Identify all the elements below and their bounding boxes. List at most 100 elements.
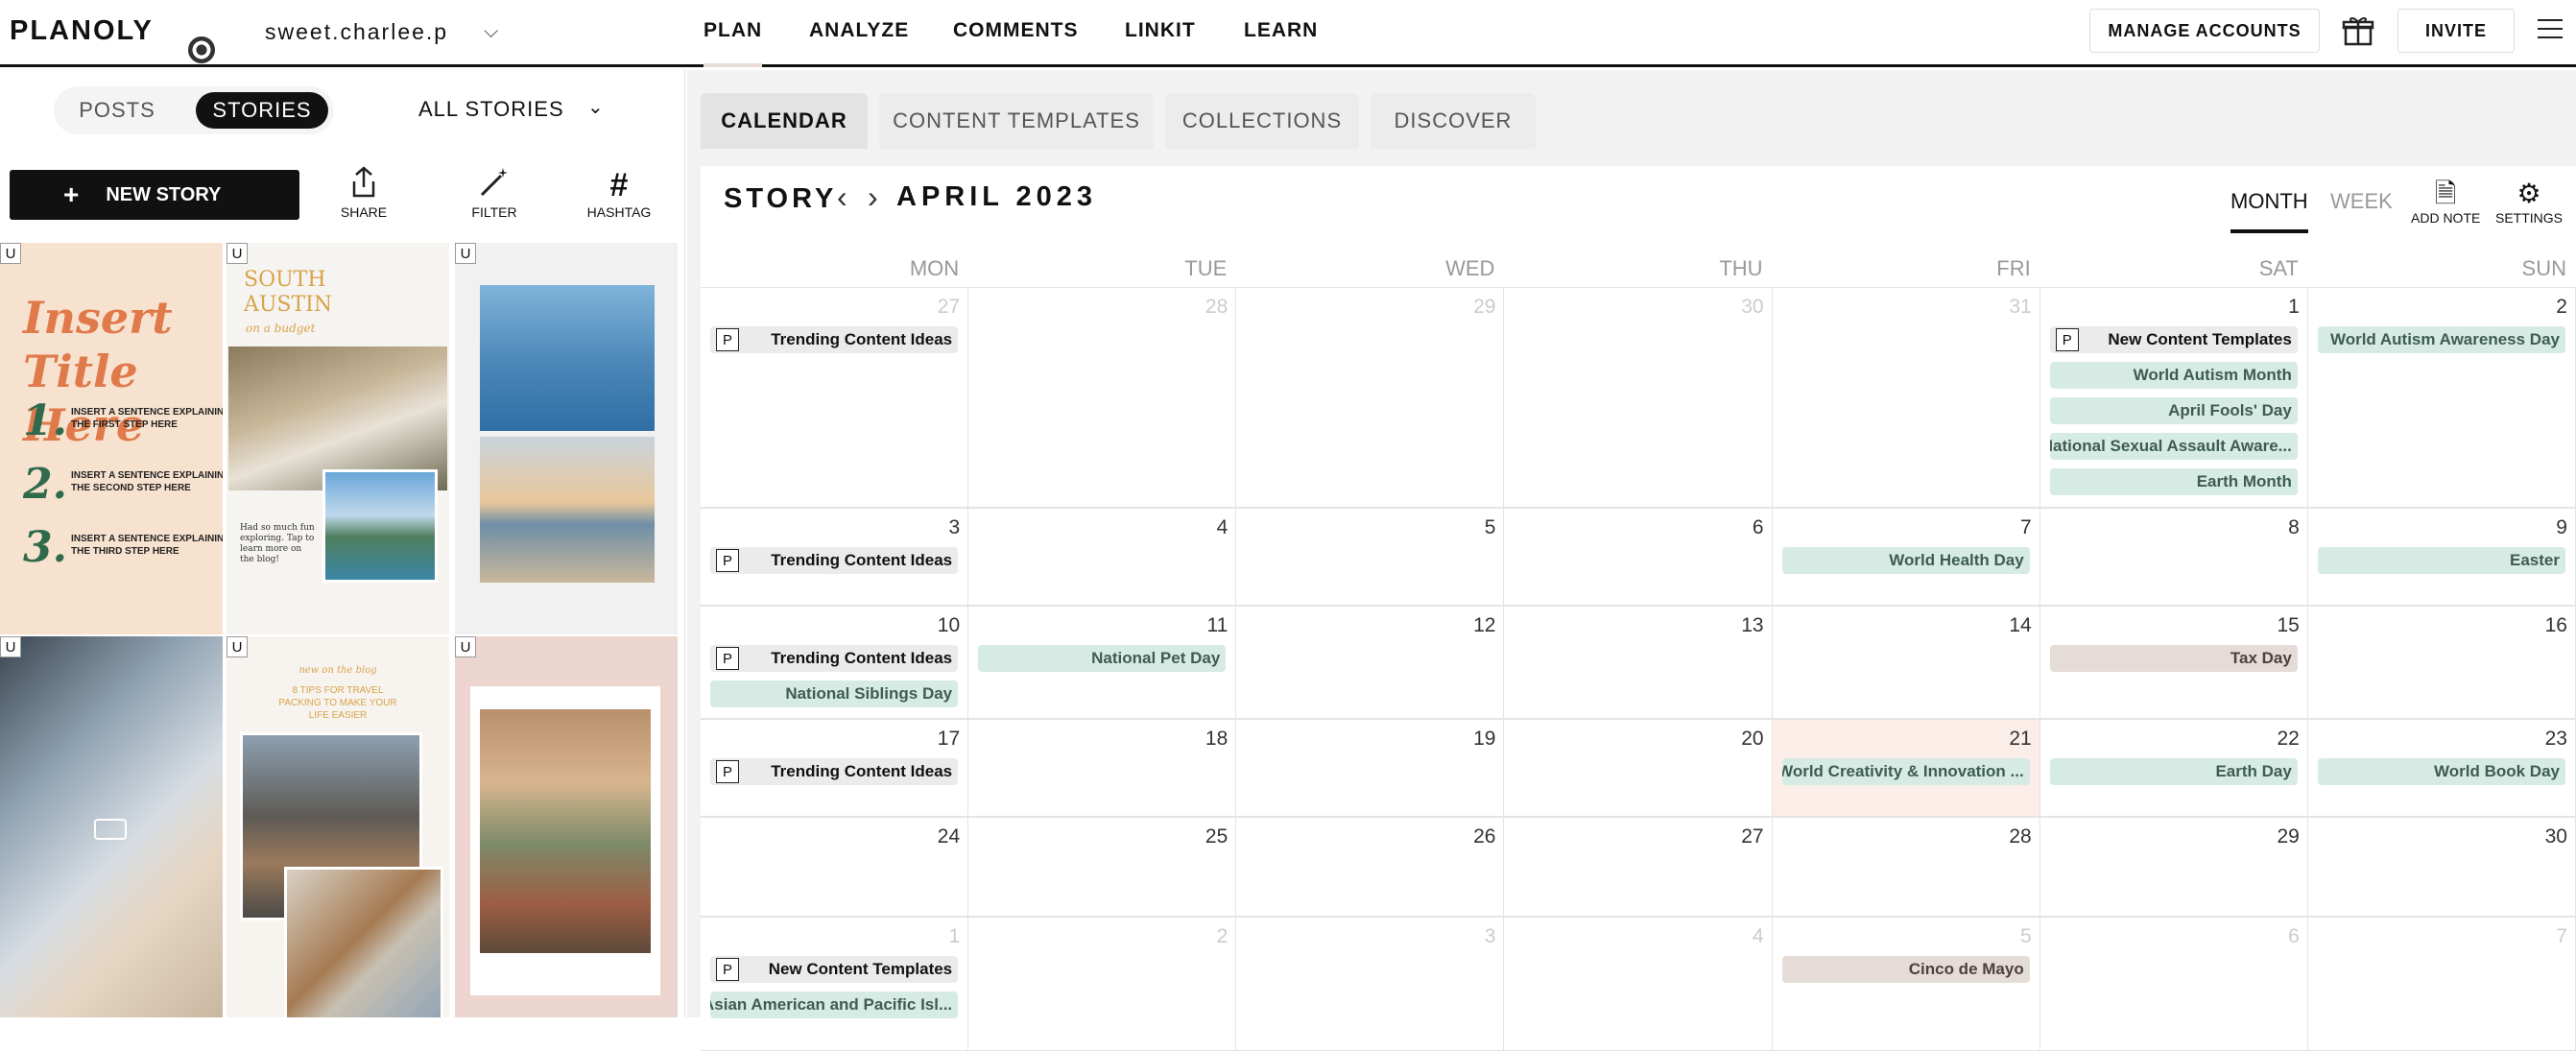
calendar-day-cell[interactable]: 29: [1236, 287, 1505, 508]
view-week[interactable]: WEEK: [2330, 189, 2393, 214]
calendar-day-cell[interactable]: 11 National Pet Day: [968, 606, 1237, 719]
holiday-event[interactable]: April Fools' Day: [2049, 397, 2298, 424]
calendar-day-cell[interactable]: 5: [1236, 508, 1505, 606]
chevron-down-icon[interactable]: ⌄: [587, 95, 604, 119]
hashtag-tool[interactable]: # HASHTAG: [576, 166, 662, 220]
calendar-day-cell[interactable]: 21 World Creativity & Innovation ...: [1772, 719, 2040, 817]
story-tile[interactable]: U: [0, 636, 223, 1017]
add-note-tool[interactable]: 🗎 ADD NOTE: [2411, 178, 2480, 226]
calendar-day-cell[interactable]: 30: [1504, 287, 1773, 508]
calendar-day-cell[interactable]: 29: [2039, 817, 2308, 917]
prev-month-icon[interactable]: ‹: [837, 179, 847, 215]
holiday-event[interactable]: National Sexual Assault Aware...: [2049, 433, 2298, 460]
calendar-day-cell[interactable]: 12: [1236, 606, 1505, 719]
tab-collections[interactable]: COLLECTIONS: [1165, 93, 1359, 149]
holiday-event[interactable]: Cinco de Mayo: [1781, 956, 2030, 983]
story-tile[interactable]: U: [455, 636, 678, 1017]
settings-tool[interactable]: ⚙ SETTINGS: [2495, 178, 2563, 226]
nav-plan[interactable]: PLAN: [704, 19, 763, 67]
calendar-day-cell[interactable]: 7: [2307, 917, 2576, 1051]
view-month[interactable]: MONTH: [2230, 189, 2308, 233]
calendar-day-cell[interactable]: 5 Cinco de Mayo: [1772, 917, 2040, 1051]
calendar-day-cell[interactable]: 28: [968, 287, 1237, 508]
holiday-event[interactable]: Easter: [2317, 547, 2565, 574]
calendar-day-cell[interactable]: 3 P Trending Content Ideas: [701, 508, 969, 606]
toggle-posts[interactable]: POSTS: [73, 92, 161, 129]
calendar-day-cell[interactable]: 7 World Health Day: [1772, 508, 2040, 606]
calendar-day-cell[interactable]: 25: [968, 817, 1237, 917]
calendar-day-cell[interactable]: 28: [1772, 817, 2040, 917]
calendar-day-cell[interactable]: 17 P Trending Content Ideas: [701, 719, 969, 817]
calendar-day-cell[interactable]: 8: [2039, 508, 2308, 606]
calendar-day-cell[interactable]: 26: [1236, 817, 1505, 917]
stories-filter-select[interactable]: ALL STORIES: [418, 97, 564, 122]
hamburger-menu-icon[interactable]: [2538, 19, 2563, 45]
calendar-day-cell[interactable]: 2: [968, 917, 1237, 1051]
calendar-day-cell[interactable]: 2 World Autism Awareness Day: [2307, 287, 2576, 508]
calendar-day-cell[interactable]: 6: [1504, 508, 1773, 606]
share-tool[interactable]: SHARE: [321, 166, 407, 220]
invite-button[interactable]: INVITE: [2397, 9, 2515, 53]
planned-story-event[interactable]: P Trending Content Ideas: [710, 645, 959, 672]
nav-comments[interactable]: COMMENTS: [953, 19, 1079, 42]
calendar-day-cell[interactable]: 15 Tax Day: [2039, 606, 2308, 719]
holiday-event[interactable]: Asian American and Pacific Isl...: [710, 991, 959, 1018]
new-story-button[interactable]: + NEW STORY: [10, 170, 299, 220]
calendar-day-cell[interactable]: 18: [968, 719, 1237, 817]
calendar-day-cell[interactable]: 4: [968, 508, 1237, 606]
planned-story-event[interactable]: P Trending Content Ideas: [710, 758, 959, 785]
calendar-day-cell[interactable]: 1 P New Content Templates World Autism Mont…: [2039, 287, 2308, 508]
account-name[interactable]: sweet.charlee.p: [265, 19, 448, 45]
holiday-event[interactable]: Earth Month: [2049, 468, 2298, 495]
calendar-day-cell[interactable]: 22 Earth Day: [2039, 719, 2308, 817]
manage-accounts-button[interactable]: MANAGE ACCOUNTS: [2089, 9, 2320, 53]
tab-content-templates[interactable]: CONTENT TEMPLATES: [879, 93, 1154, 149]
calendar-day-cell[interactable]: 19: [1236, 719, 1505, 817]
planned-story-event[interactable]: P Trending Content Ideas: [710, 547, 959, 574]
calendar-day-cell[interactable]: 9 Easter: [2307, 508, 2576, 606]
story-tile[interactable]: U Insert Title Here 1. INSERT A SENTENCE…: [0, 243, 223, 634]
holiday-event[interactable]: National Pet Day: [978, 645, 1227, 672]
planned-story-event[interactable]: P New Content Templates: [710, 956, 959, 983]
tab-calendar[interactable]: CALENDAR: [701, 93, 868, 149]
planned-story-event[interactable]: P Trending Content Ideas: [710, 326, 959, 353]
holiday-event[interactable]: World Autism Awareness Day: [2317, 326, 2565, 353]
holiday-event[interactable]: Tax Day: [2049, 645, 2298, 672]
calendar-day-cell[interactable]: 13: [1504, 606, 1773, 719]
holiday-event[interactable]: World Autism Month: [2049, 362, 2298, 389]
nav-analyze[interactable]: ANALYZE: [809, 19, 909, 42]
calendar-day-cell[interactable]: 23 World Book Day: [2307, 719, 2576, 817]
tab-discover[interactable]: DISCOVER: [1371, 93, 1536, 149]
filter-tool[interactable]: FILTER: [451, 166, 537, 220]
calendar-day-cell[interactable]: 27: [1504, 817, 1773, 917]
holiday-event[interactable]: Earth Day: [2049, 758, 2298, 785]
next-month-icon[interactable]: ›: [868, 179, 878, 215]
calendar-day-cell[interactable]: 30: [2307, 817, 2576, 917]
holiday-event[interactable]: National Siblings Day: [710, 681, 959, 707]
calendar-day-cell[interactable]: 6: [2039, 917, 2308, 1051]
planoly-logo[interactable]: PLANOLY: [10, 15, 154, 47]
calendar-day-cell[interactable]: 16: [2307, 606, 2576, 719]
calendar-day-cell[interactable]: 10 P Trending Content Ideas National Siblin…: [701, 606, 969, 719]
holiday-event[interactable]: World Creativity & Innovation ...: [1781, 758, 2030, 785]
calendar-day-cell[interactable]: 20: [1504, 719, 1773, 817]
calendar-day-cell[interactable]: 3: [1236, 917, 1505, 1051]
account-avatar[interactable]: [188, 36, 215, 63]
calendar-day-cell[interactable]: 1 P New Content Templates Asian American an…: [701, 917, 969, 1051]
toggle-stories[interactable]: STORIES: [196, 92, 328, 129]
story-tile[interactable]: U new on the blog 8 TIPS FOR TRAVEL PACK…: [227, 636, 449, 1017]
calendar-day-cell[interactable]: 27 P Trending Content Ideas: [701, 287, 969, 508]
calendar-day-cell[interactable]: 14: [1772, 606, 2040, 719]
chevron-down-icon[interactable]: ⌵: [484, 21, 498, 43]
holiday-event[interactable]: World Book Day: [2317, 758, 2565, 785]
calendar-day-cell[interactable]: 31: [1772, 287, 2040, 508]
holiday-event[interactable]: World Health Day: [1781, 547, 2030, 574]
story-tile[interactable]: U: [455, 243, 678, 634]
story-tile[interactable]: U SOUTH AUSTIN on a budget Had so much f…: [227, 243, 449, 634]
calendar-day-cell[interactable]: 4: [1504, 917, 1773, 1051]
nav-learn[interactable]: LEARN: [1244, 19, 1318, 42]
calendar-day-cell[interactable]: 24: [701, 817, 969, 917]
planned-story-event[interactable]: P New Content Templates: [2049, 326, 2298, 353]
nav-linkit[interactable]: LINKIT: [1125, 19, 1196, 42]
gift-icon[interactable]: [2342, 14, 2374, 47]
